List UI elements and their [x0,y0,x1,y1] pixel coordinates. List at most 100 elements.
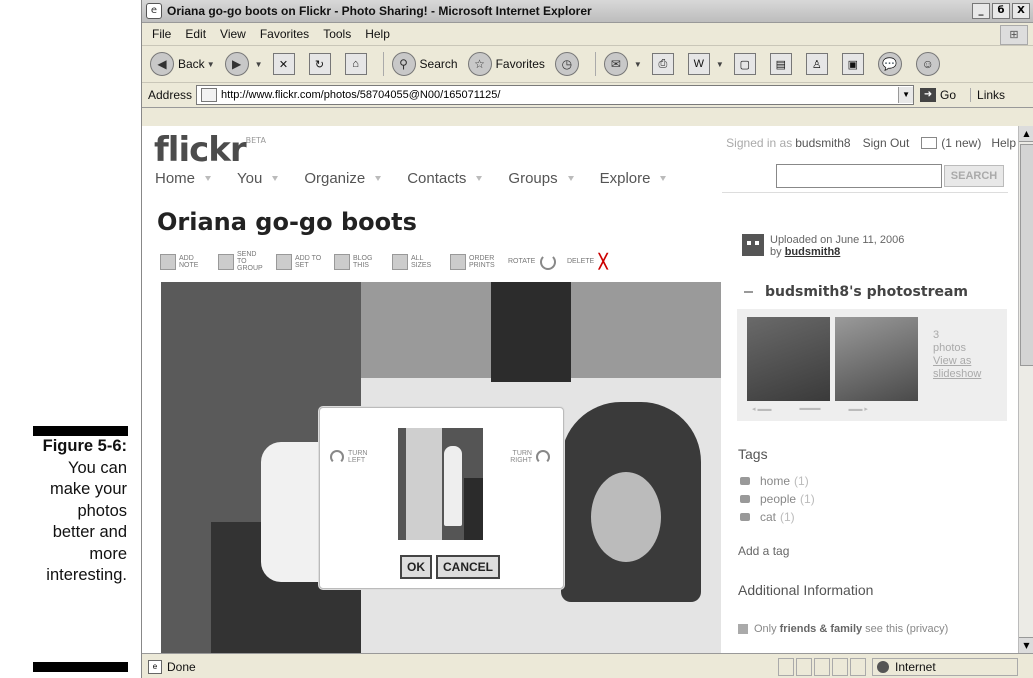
menu-file[interactable]: File [152,27,171,41]
chevron-down-icon[interactable] [567,176,574,181]
preview-region [406,428,442,540]
messenger-button[interactable]: 💬 [877,52,906,76]
menu-tools[interactable]: Tools [323,27,351,41]
url-text: http://www.flickr.com/photos/58704055@N0… [221,89,501,101]
set-icon [276,253,292,270]
add-tag-link[interactable]: Add a tag [738,544,789,558]
search-input[interactable] [776,164,942,188]
all-sizes-button[interactable]: ALL SIZES [392,253,439,270]
forward-arrow-icon: ▶ [224,52,249,76]
next-arrow-icon[interactable]: ▬▬ ▸ [848,405,867,413]
menu-favorites[interactable]: Favorites [260,27,309,41]
people-button[interactable]: ♙ [805,53,832,75]
stop-button[interactable]: ✕ [272,53,299,75]
tag-name: home [760,474,791,488]
nav-organize[interactable]: Organize [304,170,365,187]
status-pane [814,657,830,676]
delete-button[interactable]: DELETE ╳ [567,253,607,270]
refresh-button[interactable]: ↻ [308,53,335,75]
page-icon [201,88,218,102]
search-button[interactable]: ⚲ Search [391,52,458,76]
turn-right-button[interactable]: TURN RIGHT [508,450,550,464]
ok-button[interactable]: OK [400,555,432,579]
photo-count: 3 [933,329,940,341]
scroll-thumb[interactable] [1020,144,1033,366]
chevron-down-icon[interactable]: ▼ [898,87,914,103]
scroll-up-icon[interactable]: ▲ [1019,126,1033,142]
tag-item[interactable]: home (1) [740,474,809,488]
mail-icon[interactable] [921,137,938,149]
uploader-link[interactable]: budsmith8 [785,246,841,258]
mail-button[interactable]: ✉ ▼ [603,52,642,76]
new-messages-link[interactable]: (1 new) [941,136,981,150]
send-to-group-button[interactable]: SEND TO GROUP [218,251,265,272]
toolbar-separator [594,52,596,76]
tag-item[interactable]: people (1) [740,492,815,506]
security-zone[interactable]: Internet [872,657,1018,676]
help-link[interactable]: Help [991,136,1016,150]
chevron-down-icon[interactable] [375,176,382,181]
menu-edit[interactable]: Edit [185,27,206,41]
favorites-button[interactable]: ☆ Favorites [467,52,545,76]
tag-icon [740,495,750,503]
photostream-header[interactable]: budsmith8's photostream [744,284,968,300]
scroll-down-icon[interactable]: ▼ [1019,637,1033,653]
edit-button[interactable]: W ▼ [687,53,724,75]
briefcase-icon: ▣ [841,53,864,75]
chevron-down-icon[interactable] [660,176,667,181]
forward-button[interactable]: ▶ ▼ [224,52,263,76]
privacy-suffix[interactable]: see this (privacy) [865,623,948,635]
add-to-set-button[interactable]: ADD TO SET [276,253,323,270]
order-prints-button[interactable]: ORDER PRINTS [450,253,497,270]
nav-groups[interactable]: Groups [508,170,557,187]
chat-bubble-icon: 💬 [877,52,902,76]
restore-button[interactable]: б [992,3,1010,19]
flickr-logo[interactable]: flickrBETA [154,130,266,170]
blog-this-button[interactable]: BLOG THIS [334,253,381,270]
history-button[interactable]: ◷ [554,52,583,76]
slideshow-link[interactable]: View as slideshow [933,355,983,381]
close-button[interactable]: X [1012,3,1030,19]
nav-you[interactable]: You [237,170,262,187]
photostream-thumbnail[interactable] [747,317,830,401]
tags-heading: Tags [738,446,768,462]
photo-title[interactable]: Oriana go-go boots [157,208,417,236]
briefcase-button[interactable]: ▣ [841,53,868,75]
home-button[interactable]: ⌂ [344,53,371,75]
print-button[interactable]: ⎙ [651,53,678,75]
search-submit-button[interactable]: SEARCH [944,165,1004,187]
turn-left-button[interactable]: TURN LEFT [330,450,368,464]
cancel-button[interactable]: CANCEL [436,555,500,579]
menu-view[interactable]: View [220,27,246,41]
add-note-button[interactable]: ADD NOTE [160,253,207,270]
tag-item[interactable]: cat (1) [740,510,795,524]
globe-icon [877,660,889,673]
research-button[interactable]: ▤ [769,53,796,75]
photostream-thumbnail[interactable] [835,317,918,401]
page-viewport: flickrBETA Signed in as budsmith8 Sign O… [142,126,1018,653]
additional-info-heading: Additional Information [738,582,874,598]
prev-arrow-icon[interactable]: ◂ ▬▬ [752,405,771,413]
buddy-icon[interactable] [742,234,764,256]
contacts-button[interactable]: ☺ [915,52,944,76]
discuss-button[interactable]: ▢ [733,53,760,75]
nav-contacts[interactable]: Contacts [407,170,466,187]
url-field[interactable]: http://www.flickr.com/photos/58704055@N0… [196,85,915,105]
rotate-button[interactable]: ROTATE [508,253,556,270]
sign-out-link[interactable]: Sign Out [863,136,910,150]
minimize-button[interactable]: _ [972,3,990,19]
username-link[interactable]: budsmith8 [795,136,850,150]
nav-home[interactable]: Home [155,170,195,187]
tag-icon [740,477,750,485]
star-icon: ☆ [467,52,492,76]
vertical-scrollbar[interactable]: ▲ ▼ [1018,126,1033,653]
links-button[interactable]: Links [970,88,1005,102]
back-button[interactable]: ◀ Back ▼ [150,52,215,76]
menu-help[interactable]: Help [365,27,390,41]
go-button[interactable]: ➜ Go [920,88,956,102]
nav-explore[interactable]: Explore [600,170,651,187]
chevron-down-icon[interactable] [272,176,279,181]
photo-region [491,282,571,382]
chevron-down-icon[interactable] [476,176,483,181]
action-label: SEND TO GROUP [237,251,263,272]
